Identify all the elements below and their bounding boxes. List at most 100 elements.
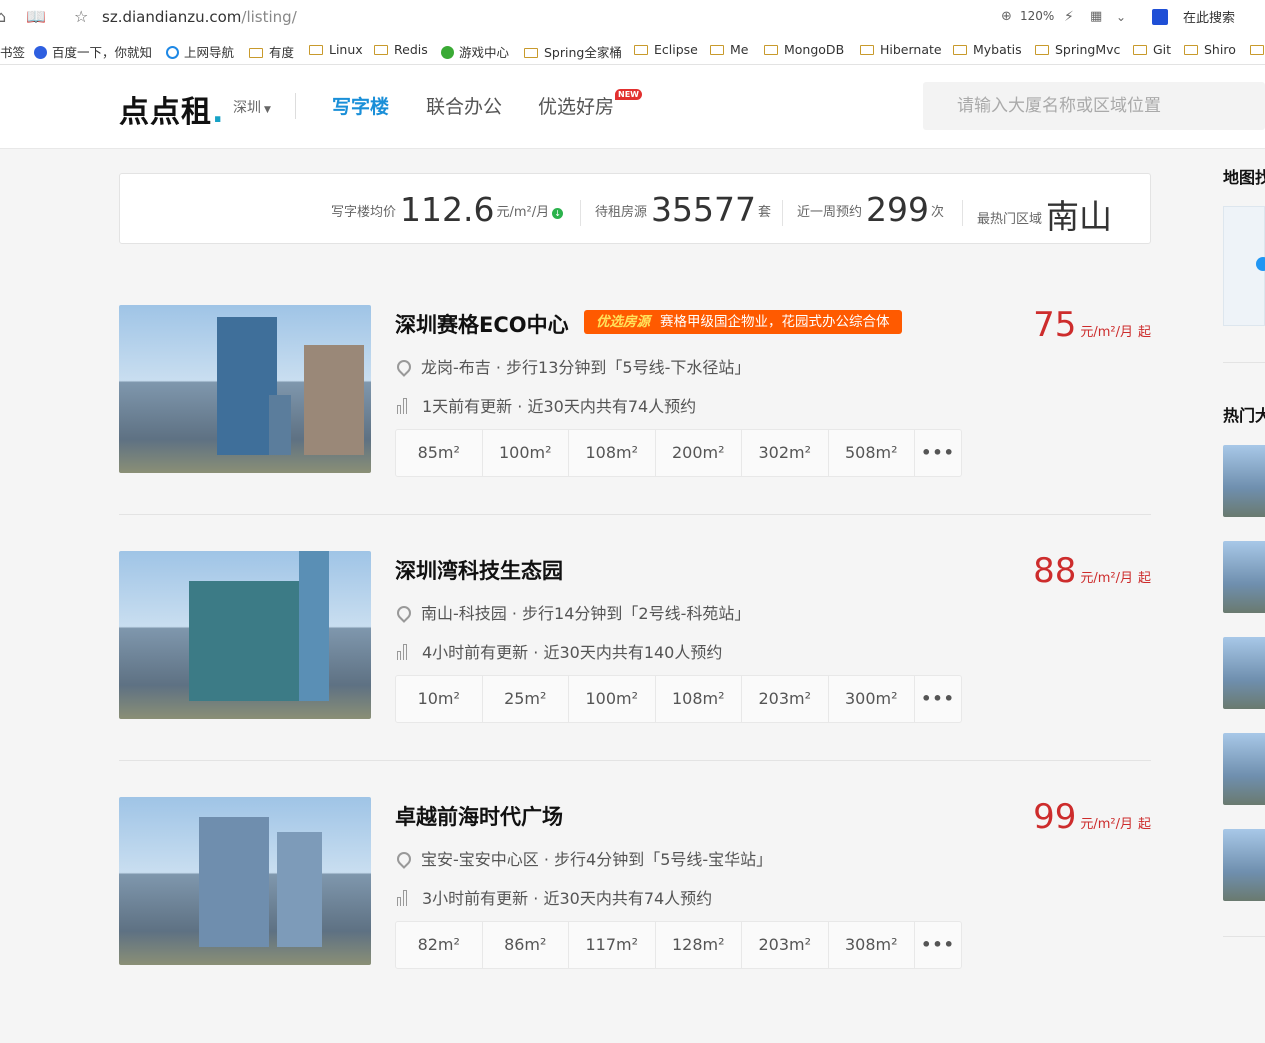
nav-featured[interactable]: 优选好房: [538, 92, 614, 119]
area-option[interactable]: 302m²: [742, 430, 829, 476]
address-bar-row: ⌂ 📖 ☆ sz.diandianzu.com/listing/ ⊕ 120% …: [0, 0, 1265, 34]
location-pin-icon: [394, 849, 414, 869]
listing-title[interactable]: 卓越前海时代广场: [395, 801, 563, 831]
listing-photo[interactable]: [119, 797, 371, 965]
area-option[interactable]: 100m²: [483, 430, 569, 476]
browser-search-field[interactable]: 在此搜索: [1183, 7, 1235, 26]
grid-icon[interactable]: ▦: [1090, 8, 1102, 26]
home-icon[interactable]: ⌂: [0, 8, 6, 26]
bookmark-item[interactable]: 百度一下，你就知: [34, 42, 152, 61]
area-option[interactable]: 100m²: [569, 676, 656, 722]
hot-building-thumb[interactable]: [1223, 733, 1265, 805]
bookmark-folder[interactable]: Git: [1133, 42, 1171, 57]
zoom-level[interactable]: 120%: [1020, 9, 1054, 23]
bookmarks-bar: 书签 百度一下，你就知 上网导航 有度 Linux Redis 游戏中心 Spr…: [0, 38, 1265, 62]
listing-price: 75 元/m²/月起: [1033, 305, 1151, 345]
hot-building-thumb[interactable]: [1223, 445, 1265, 517]
listing-title[interactable]: 深圳湾科技生态园: [395, 555, 563, 585]
hot-building-thumb[interactable]: [1223, 637, 1265, 709]
bookmark-folder[interactable]: Redis: [374, 42, 428, 57]
area-option[interactable]: 203m²: [742, 922, 829, 968]
area-option[interactable]: 85m²: [396, 430, 483, 476]
listing-title[interactable]: 深圳赛格ECO中心: [395, 309, 569, 339]
bookmark-folder[interactable]: Me: [710, 42, 748, 57]
trend-down-icon: ↓: [552, 208, 564, 219]
stat-hot-area: 最热门区域 南山: [977, 197, 1113, 236]
nav-office[interactable]: 写字楼: [332, 92, 389, 119]
bookmark-item[interactable]: 游戏中心: [441, 42, 509, 61]
site-logo[interactable]: 点点租.: [119, 87, 224, 131]
card-divider: [119, 514, 1151, 515]
area-option[interactable]: 108m²: [569, 430, 656, 476]
folder-icon: [309, 45, 323, 55]
more-areas-button[interactable]: •••: [915, 922, 961, 968]
hot-buildings-heading: 热门大: [1223, 406, 1265, 425]
more-areas-button[interactable]: •••: [915, 676, 961, 722]
building-search-input[interactable]: [923, 82, 1265, 130]
location-pin-icon: [394, 357, 414, 377]
area-option[interactable]: 200m²: [656, 430, 742, 476]
listing-photo[interactable]: [119, 551, 371, 719]
bookmark-folder[interactable]: SpringMvc: [1035, 42, 1120, 57]
reader-icon[interactable]: 📖: [26, 8, 46, 26]
listing-card[interactable]: 深圳湾科技生态园 88 元/m²/月起 南山-科技园 · 步行14分钟到「2号线-…: [119, 551, 1151, 797]
area-option[interactable]: 203m²: [742, 676, 829, 722]
bookmark-item[interactable]: 上网导航: [166, 42, 234, 61]
area-option[interactable]: 117m²: [569, 922, 656, 968]
folder-icon: [249, 48, 263, 58]
building-icon: [397, 398, 413, 414]
area-option[interactable]: 86m²: [483, 922, 569, 968]
area-option[interactable]: 10m²: [396, 676, 483, 722]
listing-card[interactable]: 深圳赛格ECO中心 优选房源 赛格甲级国企物业，花园式办公综合体 75 元/m²/月…: [119, 305, 1151, 551]
location-pin-icon: [394, 603, 414, 623]
nav-coworking[interactable]: 联合办公: [426, 92, 502, 119]
hot-building-thumb[interactable]: [1223, 541, 1265, 613]
hot-building-thumb[interactable]: [1223, 829, 1265, 901]
folder-icon: [710, 45, 724, 55]
bookmark-folder[interactable]: Spring全家桶: [524, 42, 622, 61]
listing-location: 龙岗-布吉 · 步行13分钟到「5号线-下水径站」: [394, 354, 750, 378]
bookmark-item[interactable]: 书签: [0, 42, 25, 61]
url-field[interactable]: sz.diandianzu.com/listing/: [102, 8, 297, 26]
area-option[interactable]: 82m²: [396, 922, 483, 968]
area-option[interactable]: 25m²: [483, 676, 569, 722]
listing-photo[interactable]: [119, 305, 371, 473]
area-option[interactable]: 300m²: [829, 676, 915, 722]
bookmark-folder[interactable]: Linux: [309, 42, 363, 57]
area-option[interactable]: 128m²: [656, 922, 742, 968]
baidu-icon: [34, 46, 47, 59]
ie-icon: [166, 46, 179, 59]
bookmark-folder[interactable]: 有度: [249, 42, 294, 61]
area-option[interactable]: 308m²: [829, 922, 915, 968]
folder-icon: [524, 48, 538, 58]
stat-divider: [782, 200, 783, 226]
listing-card[interactable]: 卓越前海时代广场 99 元/m²/月起 宝安-宝安中心区 · 步行4分钟到「5号线…: [119, 797, 1151, 1043]
bookmark-folder[interactable]: Mybatis: [953, 42, 1022, 57]
baidu-paw-icon[interactable]: [1152, 9, 1168, 25]
bookmark-folder[interactable]: [1250, 42, 1265, 57]
bookmark-folder[interactable]: Hibernate: [860, 42, 942, 57]
star-icon[interactable]: ☆: [74, 8, 88, 26]
area-options: 82m² 86m² 117m² 128m² 203m² 308m² •••: [395, 921, 962, 969]
more-areas-button[interactable]: •••: [915, 430, 961, 476]
listing-location: 南山-科技园 · 步行14分钟到「2号线-科苑站」: [394, 600, 750, 624]
area-option[interactable]: 508m²: [829, 430, 915, 476]
flash-icon[interactable]: ⚡: [1064, 8, 1074, 26]
listing-activity: 1天前有更新 · 近30天内共有74人预约: [397, 393, 696, 417]
bookmark-folder[interactable]: MongoDB: [764, 42, 844, 57]
stat-listings: 待租房源 35577 套: [595, 190, 772, 229]
featured-badge: 优选房源 赛格甲级国企物业，花园式办公综合体: [584, 310, 902, 334]
bookmark-folder[interactable]: Eclipse: [634, 42, 698, 57]
map-preview[interactable]: [1223, 206, 1265, 326]
building-icon: [397, 644, 413, 660]
chevron-down-icon[interactable]: ⌄: [1116, 8, 1126, 26]
city-selector[interactable]: 深圳 ▼: [233, 97, 271, 117]
listing-activity: 4小时前有更新 · 近30天内共有140人预约: [397, 639, 722, 663]
listing-price: 99 元/m²/月起: [1033, 797, 1151, 837]
area-option[interactable]: 108m²: [656, 676, 742, 722]
folder-icon: [1035, 45, 1049, 55]
zoom-icon[interactable]: ⊕: [1001, 8, 1012, 26]
card-divider: [119, 760, 1151, 761]
map-search-heading: 地图找: [1223, 168, 1265, 187]
bookmark-folder[interactable]: Shiro: [1184, 42, 1236, 57]
